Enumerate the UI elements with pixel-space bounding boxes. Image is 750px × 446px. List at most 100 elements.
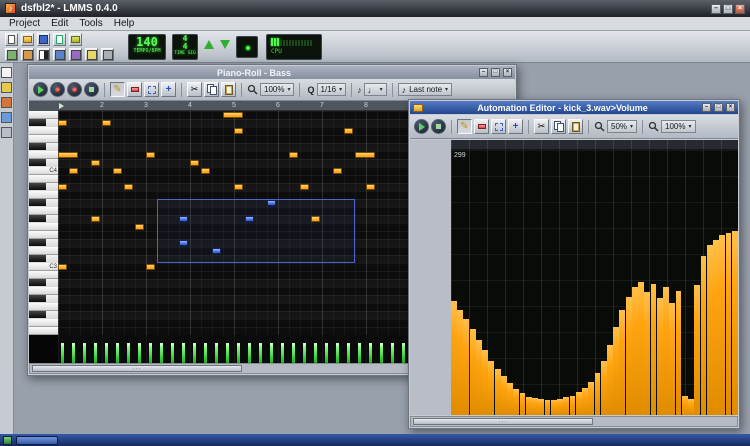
master-pitch-display[interactable] <box>236 36 258 58</box>
toggle-fx-mixer-button[interactable] <box>69 48 82 61</box>
automation-value-bar[interactable] <box>532 398 538 415</box>
automation-value-bar[interactable] <box>557 399 563 415</box>
draw-mode-button[interactable]: ✎ <box>110 82 125 97</box>
erase-mode-button[interactable] <box>474 119 489 134</box>
piano-key[interactable] <box>29 319 58 327</box>
velocity-bar[interactable] <box>105 343 108 363</box>
erase-mode-button[interactable] <box>127 82 142 97</box>
velocity-bar[interactable] <box>160 343 163 363</box>
piano-key[interactable] <box>29 175 58 183</box>
piano-key[interactable] <box>29 295 58 303</box>
piano-key[interactable] <box>29 311 58 319</box>
paste-button[interactable] <box>221 82 236 97</box>
piano-key[interactable] <box>29 127 58 135</box>
piano-key[interactable]: C4 <box>29 167 58 175</box>
automation-value-bar[interactable] <box>501 376 507 415</box>
recent-projects-button[interactable] <box>69 33 82 46</box>
velocity-bar[interactable] <box>303 343 306 363</box>
velocity-bar[interactable] <box>204 343 207 363</box>
piano-note[interactable] <box>146 264 155 270</box>
velocity-bar[interactable] <box>72 343 75 363</box>
automation-value-bar[interactable] <box>632 287 638 415</box>
automation-timeline[interactable] <box>451 140 738 150</box>
velocity-bar[interactable] <box>138 343 141 363</box>
velocity-bar[interactable] <box>325 343 328 363</box>
automation-value-bar[interactable] <box>457 310 463 415</box>
automation-value-bar[interactable] <box>451 301 457 415</box>
velocity-bar[interactable] <box>380 343 383 363</box>
minimize-button[interactable]: – <box>711 4 721 14</box>
piano-note[interactable] <box>91 216 100 222</box>
velocity-bar[interactable] <box>226 343 229 363</box>
zoom-x-combo[interactable]: 50%▾ <box>607 120 637 133</box>
automation-value-bar[interactable] <box>644 292 650 415</box>
piano-note[interactable] <box>311 216 320 222</box>
velocity-bar[interactable] <box>116 343 119 363</box>
automation-minimize-button[interactable]: – <box>702 103 711 112</box>
automation-value-bar[interactable] <box>576 392 582 415</box>
piano-key[interactable] <box>29 159 58 167</box>
presets-tab-icon[interactable] <box>1 97 12 108</box>
piano-note[interactable] <box>113 168 122 174</box>
piano-note[interactable] <box>355 152 375 158</box>
piano-key[interactable] <box>29 255 58 263</box>
move-mode-button[interactable]: + <box>161 82 176 97</box>
automation-value-bar[interactable] <box>601 361 607 415</box>
close-button[interactable]: × <box>735 4 745 14</box>
toggle-automation-editor-button[interactable] <box>53 48 66 61</box>
piano-note[interactable] <box>344 128 353 134</box>
menu-tools[interactable]: Tools <box>74 18 107 29</box>
piano-note[interactable] <box>58 264 67 270</box>
new-project-button[interactable] <box>5 33 18 46</box>
piano-key[interactable] <box>29 239 58 247</box>
automation-value-bar[interactable] <box>545 400 551 415</box>
stop-button[interactable] <box>84 82 99 97</box>
velocity-bar[interactable] <box>391 343 394 363</box>
piano-key[interactable] <box>29 119 58 127</box>
automation-value-bar[interactable] <box>482 350 488 415</box>
piano-note[interactable] <box>146 152 155 158</box>
automation-value-bar[interactable] <box>488 361 494 415</box>
automation-value-bar[interactable] <box>713 240 719 415</box>
quantize-combo[interactable]: 1/16▾ <box>317 83 347 96</box>
piano-note[interactable] <box>366 184 375 190</box>
automation-value-bar[interactable] <box>726 233 732 415</box>
draw-mode-button[interactable]: ✎ <box>457 119 472 134</box>
velocity-bar[interactable] <box>193 343 196 363</box>
toggle-piano-roll-button[interactable] <box>37 48 50 61</box>
piano-note-selected[interactable] <box>267 200 276 206</box>
copy-button[interactable] <box>204 82 219 97</box>
automation-maximize-button[interactable]: □ <box>714 103 723 112</box>
piano-roll-close-button[interactable]: × <box>503 68 512 77</box>
main-titlebar[interactable]: ♪ dsfbl2* - LMMS 0.4.0 – □ × <box>0 0 750 17</box>
piano-note-selected[interactable] <box>179 240 188 246</box>
piano-note[interactable] <box>190 160 199 166</box>
velocity-bar[interactable] <box>314 343 317 363</box>
record-button[interactable] <box>50 82 65 97</box>
play-button[interactable] <box>414 119 429 134</box>
menu-help[interactable]: Help <box>109 18 140 29</box>
automation-value-bar[interactable] <box>595 373 601 415</box>
velocity-bar[interactable] <box>182 343 185 363</box>
piano-note[interactable] <box>124 184 133 190</box>
velocity-bar[interactable] <box>83 343 86 363</box>
scrollbar-handle[interactable]: ··· <box>413 418 593 425</box>
automation-close-button[interactable]: × <box>726 103 735 112</box>
automation-editor-window[interactable]: Automation Editor - kick_3.wav>Volume – … <box>408 99 740 429</box>
piano-note[interactable] <box>58 120 67 126</box>
timesig-display[interactable]: 4 4 TIME SIG <box>172 34 198 60</box>
piano-key[interactable] <box>29 303 58 311</box>
piano-note[interactable] <box>300 184 309 190</box>
automation-value-bar[interactable] <box>663 287 669 415</box>
scrollbar-handle[interactable]: ··· <box>32 365 242 372</box>
taskbar-menu-icon[interactable] <box>3 436 12 445</box>
export-project-button[interactable] <box>53 33 66 46</box>
playhead-icon[interactable] <box>59 103 64 109</box>
play-button[interactable] <box>33 82 48 97</box>
open-project-button[interactable] <box>21 33 34 46</box>
piano-note[interactable] <box>223 112 243 118</box>
automation-value-bar[interactable] <box>607 345 613 415</box>
piano-note-selected[interactable] <box>245 216 254 222</box>
velocity-bar[interactable] <box>171 343 174 363</box>
stop-button[interactable] <box>431 119 446 134</box>
